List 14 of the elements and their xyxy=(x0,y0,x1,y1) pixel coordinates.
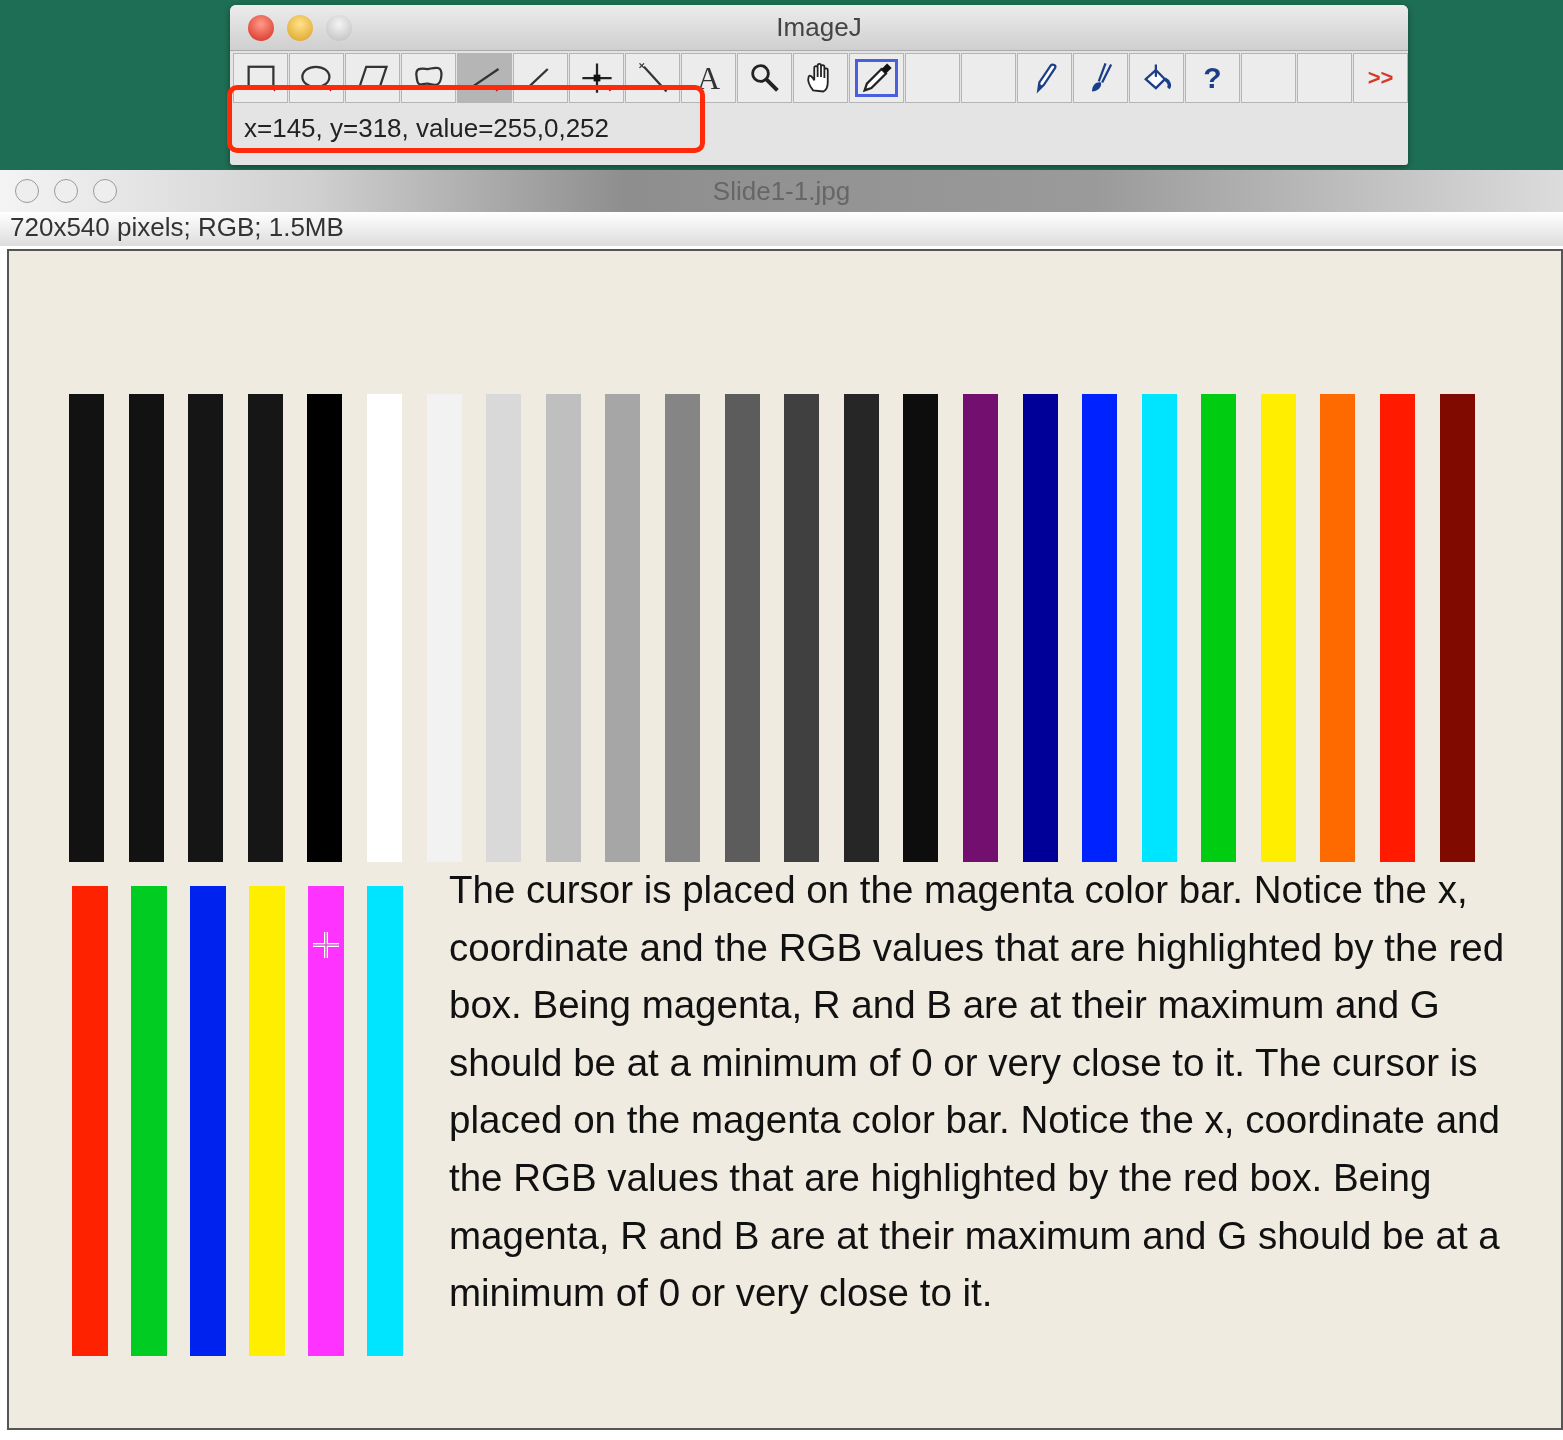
more-tools-button[interactable]: >> xyxy=(1353,53,1408,103)
pencil-tool[interactable] xyxy=(1017,53,1072,103)
dropper-tool[interactable] xyxy=(849,53,904,103)
zoom-tool[interactable] xyxy=(737,53,792,103)
text-tool[interactable]: A xyxy=(681,53,736,103)
status-text: x=145, y=318, value=255,0,252 xyxy=(244,113,610,143)
window-title: ImageJ xyxy=(776,12,862,43)
hand-tool[interactable] xyxy=(793,53,848,103)
image-info: 720x540 pixels; RGB; 1.5MB xyxy=(10,212,344,242)
close-button[interactable] xyxy=(248,14,274,41)
bucket-tool[interactable] xyxy=(1129,53,1184,103)
slide-paragraph: The cursor is placed on the magenta color bar. Notice the x, coordinate and the RGB values that are highlighted by the red box. Being magenta, R and B are at their maximum and G should be at a minimum of 0 or very close to it. The cursor is placed on the magenta color bar. Notice the x, coordinate and the RGB values that are highlighted by the red box. Being magenta, R and B are at their maximum and G should be at a minimum of 0 or very close to it. xyxy=(449,867,1506,1317)
brush-tool[interactable] xyxy=(1073,53,1128,103)
help-button[interactable]: ? xyxy=(1185,53,1240,103)
